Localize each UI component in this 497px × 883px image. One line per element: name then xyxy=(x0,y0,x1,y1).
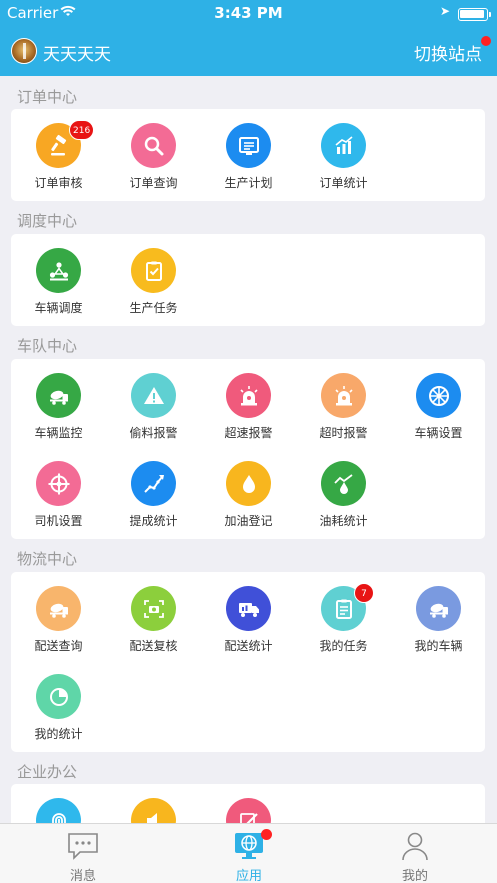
tile-label: 油耗统计 xyxy=(319,514,368,528)
tile-label: 生产任务 xyxy=(129,301,178,315)
tile-label: 提成统计 xyxy=(129,514,178,528)
tile-commission-stats[interactable]: 提成统计 xyxy=(106,461,201,541)
tile-vehicle-monitor[interactable]: 车辆监控 xyxy=(11,373,106,453)
tile-fuel-register[interactable]: 加油登记 xyxy=(201,461,296,541)
header-bar: 天天天天 切换站点 xyxy=(0,28,497,76)
tile-vehicle-dispatch[interactable]: 车辆调度 xyxy=(11,248,106,328)
bar-chart-icon xyxy=(321,123,366,168)
fuel-drop-icon xyxy=(226,461,271,506)
person-icon xyxy=(402,832,428,861)
notification-dot xyxy=(261,829,272,840)
tab-label: 应用 xyxy=(235,869,262,883)
tile-production-plan[interactable]: 生产计划 xyxy=(201,123,296,203)
tile-delivery-query[interactable]: 配送查询 xyxy=(11,586,106,666)
avatar[interactable] xyxy=(11,38,37,64)
section-title-office: 企业办公 xyxy=(17,763,78,781)
tile-overtime-alarm[interactable]: 超时报警 xyxy=(296,373,391,453)
clipboard-check-icon xyxy=(131,248,176,293)
notification-dot xyxy=(481,36,491,46)
tab-apps[interactable]: 应用 xyxy=(166,824,332,883)
tile-label: 配送查询 xyxy=(34,639,83,653)
people-network-icon xyxy=(36,248,81,293)
fuel-trend-icon xyxy=(321,461,366,506)
clock: 3:43 PM xyxy=(214,4,283,22)
scan-camera-icon xyxy=(131,586,176,631)
status-bar: Carrier 3:43 PM ➤ xyxy=(0,0,497,28)
tile-my-vehicles[interactable]: 我的车辆 xyxy=(391,586,486,666)
tile-fuel-consumption-stats[interactable]: 油耗统计 xyxy=(296,461,391,541)
search-icon xyxy=(131,123,176,168)
tile-label: 订单审核 xyxy=(34,176,83,190)
logistics-card: 配送查询 配送复核 配送统计 7 我的任务 我的车辆 我的统计 xyxy=(11,572,485,752)
tile-label: 加油登记 xyxy=(224,514,273,528)
orders-card: 216 订单审核 订单查询 生产计划 订单统计 xyxy=(11,109,485,201)
tile-label: 超时报警 xyxy=(319,426,368,440)
tile-label: 生产计划 xyxy=(224,176,273,190)
tab-label: 我的 xyxy=(401,869,428,883)
section-title-orders: 订单中心 xyxy=(17,88,78,106)
order-review-badge: 216 xyxy=(69,120,95,140)
tab-bar: 消息 应用 我的 xyxy=(0,823,497,883)
mixer-truck-icon xyxy=(36,373,81,418)
tile-label: 车辆调度 xyxy=(34,301,83,315)
tile-my-stats[interactable]: 我的统计 xyxy=(11,674,106,754)
tile-my-tasks[interactable]: 7 我的任务 xyxy=(296,583,391,666)
tile-label: 订单查询 xyxy=(129,176,178,190)
battery-icon xyxy=(458,8,491,21)
tile-delivery-recheck[interactable]: 配送复核 xyxy=(106,586,201,666)
tile-label: 超速报警 xyxy=(224,426,273,440)
tile-label: 偷料报警 xyxy=(129,426,178,440)
siren-icon xyxy=(226,373,271,418)
dispatch-card: 车辆调度 生产任务 xyxy=(11,234,485,326)
siren-icon xyxy=(321,373,366,418)
tile-label: 司机设置 xyxy=(34,514,83,528)
delivery-truck-icon xyxy=(226,586,271,631)
my-tasks-badge: 7 xyxy=(354,583,374,603)
tab-messages[interactable]: 消息 xyxy=(0,824,166,883)
fleet-card: 车辆监控 偷料报警 超速报警 超时报警 车辆设置 司机设置 提成统计 加油登记 … xyxy=(11,359,485,539)
trend-line-icon xyxy=(131,461,176,506)
chat-bubble-icon xyxy=(68,833,98,860)
tile-production-task[interactable]: 生产任务 xyxy=(106,248,201,328)
tile-label: 订单统计 xyxy=(319,176,368,190)
steering-wheel-icon xyxy=(36,461,81,506)
pie-chart-icon xyxy=(36,674,81,719)
section-title-fleet: 车队中心 xyxy=(17,337,78,355)
tile-label: 我的车辆 xyxy=(414,639,463,653)
user-name: 天天天天 xyxy=(43,45,111,65)
tile-theft-alarm[interactable]: 偷料报警 xyxy=(106,373,201,453)
plan-list-icon xyxy=(226,123,271,168)
tile-speed-alarm[interactable]: 超速报警 xyxy=(201,373,296,453)
tile-order-review[interactable]: 216 订单审核 xyxy=(11,120,106,203)
warning-icon xyxy=(131,373,176,418)
location-arrow-icon: ➤ xyxy=(440,4,451,18)
section-title-dispatch: 调度中心 xyxy=(17,212,78,230)
tile-driver-settings[interactable]: 司机设置 xyxy=(11,461,106,541)
mixer-truck-icon xyxy=(36,586,81,631)
section-title-logistics: 物流中心 xyxy=(17,550,78,568)
tile-label: 配送复核 xyxy=(129,639,178,653)
tile-label: 车辆监控 xyxy=(34,426,83,440)
tile-delivery-stats[interactable]: 配送统计 xyxy=(201,586,296,666)
tab-label: 消息 xyxy=(69,869,96,883)
tile-order-query[interactable]: 订单查询 xyxy=(106,123,201,203)
tile-order-stats[interactable]: 订单统计 xyxy=(296,123,391,203)
mixer-truck-icon xyxy=(416,586,461,631)
tile-label: 车辆设置 xyxy=(414,426,463,440)
tile-label: 我的任务 xyxy=(319,639,368,653)
tab-mine[interactable]: 我的 xyxy=(332,824,497,883)
tile-vehicle-settings[interactable]: 车辆设置 xyxy=(391,373,486,453)
wheel-icon xyxy=(416,373,461,418)
switch-site-button[interactable]: 切换站点 xyxy=(414,40,482,65)
tile-label: 我的统计 xyxy=(34,727,83,741)
tile-label: 配送统计 xyxy=(224,639,273,653)
